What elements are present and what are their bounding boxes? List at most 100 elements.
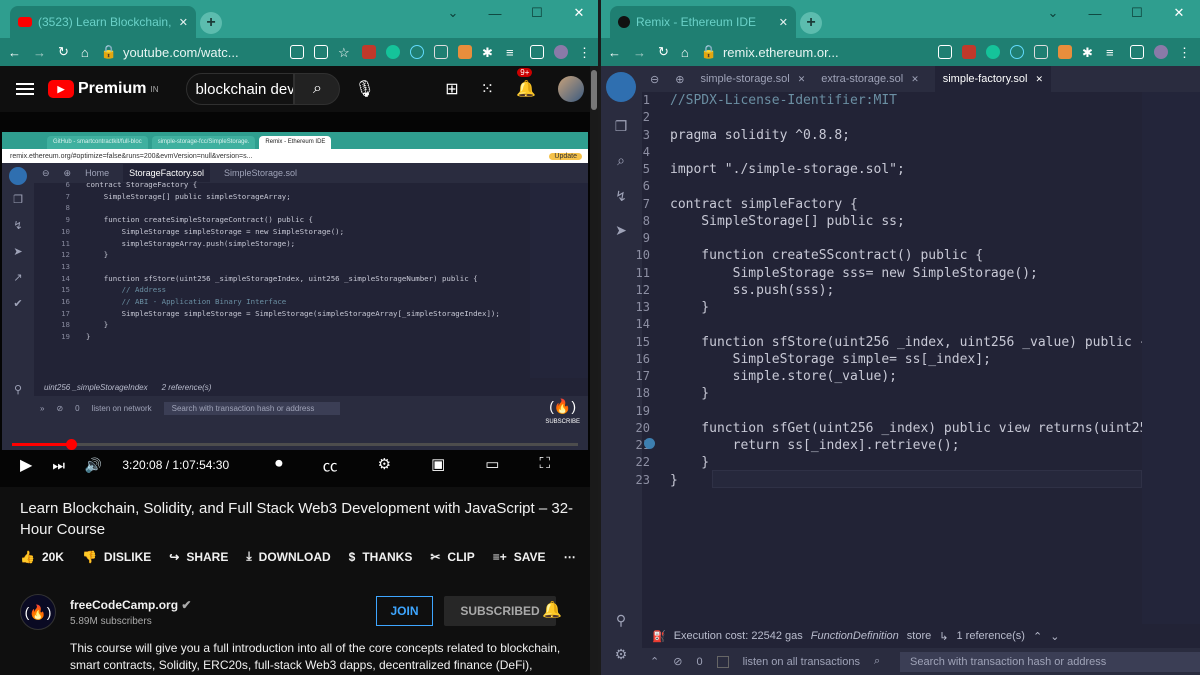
channel-name[interactable]: freeCodeCamp.org bbox=[70, 598, 178, 612]
download-button[interactable]: ⤓ DOWNLOAD bbox=[246, 549, 330, 564]
file-tab[interactable]: extra-storage.sol ✕ bbox=[821, 73, 918, 85]
reload-icon[interactable]: ↻ bbox=[658, 44, 669, 60]
play-icon[interactable]: ▶ bbox=[20, 455, 32, 475]
like-button[interactable]: 👍 20K bbox=[20, 550, 64, 564]
page-scrollbar[interactable] bbox=[590, 66, 598, 675]
listen-checkbox[interactable] bbox=[716, 655, 729, 668]
notifications-icon[interactable]: 🔔 9+ bbox=[516, 68, 536, 99]
save-button[interactable]: ≡+ SAVE bbox=[493, 550, 546, 564]
hamburger-menu-icon[interactable] bbox=[16, 83, 34, 95]
close-tab-icon[interactable]: ✕ bbox=[911, 74, 919, 84]
user-avatar[interactable] bbox=[558, 76, 584, 102]
close-tab-icon[interactable]: ✕ bbox=[779, 16, 788, 29]
puzzle-icon[interactable]: ✱ bbox=[482, 45, 496, 60]
maximize-icon[interactable]: ☐ bbox=[1116, 0, 1158, 26]
home-icon[interactable]: ⌂ bbox=[681, 45, 689, 60]
autoplay-toggle[interactable]: ⏺ bbox=[275, 455, 283, 476]
miniplayer-icon[interactable]: ▣ bbox=[431, 455, 445, 476]
zoom-in-icon[interactable]: ⊕ bbox=[675, 73, 684, 86]
home-icon[interactable]: ⌂ bbox=[81, 45, 89, 60]
share-icon[interactable] bbox=[314, 45, 328, 59]
minimize-icon[interactable]: — bbox=[474, 0, 516, 26]
puzzle-icon[interactable]: ✱ bbox=[1082, 45, 1096, 60]
bell-icon[interactable]: 🔔 bbox=[542, 600, 562, 620]
reload-icon[interactable]: ↻ bbox=[58, 44, 69, 60]
volume-icon[interactable]: 🔊 bbox=[85, 457, 102, 474]
forward-icon[interactable]: → bbox=[633, 45, 646, 60]
menu-icon[interactable]: ⋮ bbox=[578, 45, 592, 60]
search-input[interactable]: blockchain dev bbox=[186, 73, 295, 105]
camera-icon[interactable] bbox=[938, 45, 952, 59]
fullscreen-icon[interactable]: ⛶ bbox=[539, 455, 550, 476]
profile-avatar[interactable] bbox=[1154, 45, 1168, 59]
close-tab-icon[interactable]: ✕ bbox=[1036, 74, 1044, 84]
media-icon[interactable]: ≡ bbox=[1106, 45, 1120, 60]
scroll-thumb[interactable] bbox=[591, 70, 597, 110]
new-tab-button[interactable]: + bbox=[800, 12, 822, 34]
progress-handle[interactable] bbox=[65, 439, 77, 450]
collapse-terminal-icon[interactable]: ⌃ bbox=[650, 655, 659, 668]
collapse-icon[interactable]: ⌄ bbox=[432, 0, 474, 26]
settings-icon[interactable]: ⚙ bbox=[611, 644, 631, 664]
captions-icon[interactable]: ㏄ bbox=[323, 455, 338, 476]
metamask-icon[interactable] bbox=[458, 45, 472, 59]
new-tab-button[interactable]: + bbox=[200, 12, 222, 34]
apps-grid-icon[interactable]: ⁙ bbox=[481, 79, 494, 99]
metamask-icon[interactable] bbox=[1058, 45, 1072, 59]
address-bar[interactable]: 🔒 remix.ethereum.or... bbox=[701, 44, 839, 60]
minimap[interactable] bbox=[1142, 92, 1200, 624]
tab-remix[interactable]: Remix - Ethereum IDE ✕ bbox=[610, 6, 796, 38]
star-icon[interactable]: ☆ bbox=[338, 45, 352, 60]
transaction-search-input[interactable]: Search with transaction hash or address bbox=[900, 651, 1200, 672]
media-icon[interactable]: ≡ bbox=[506, 45, 520, 60]
code-editor[interactable]: 1//SPDX-License-Identifier:MIT 2 3 pragma s… bbox=[600, 92, 1164, 624]
back-icon[interactable]: ← bbox=[8, 45, 21, 60]
theater-icon[interactable]: ▭ bbox=[485, 455, 499, 476]
youtube-logo[interactable]: ▶ Premium IN bbox=[48, 80, 158, 98]
maximize-icon[interactable]: ☐ bbox=[516, 0, 558, 26]
menu-icon[interactable]: ⋮ bbox=[1178, 45, 1192, 60]
more-actions-icon[interactable]: ⋯ bbox=[564, 550, 576, 564]
ublock-icon[interactable] bbox=[962, 45, 976, 59]
search-button[interactable]: ⌕ bbox=[294, 73, 341, 105]
profile-avatar[interactable] bbox=[554, 45, 568, 59]
video-player[interactable]: GitHub - smartcontractkit/full-bloc simp… bbox=[0, 112, 590, 487]
join-button[interactable]: JOIN bbox=[376, 596, 433, 626]
chevron-down-icon[interactable]: ⌄ bbox=[1050, 630, 1059, 643]
video-progress-bar[interactable] bbox=[12, 439, 578, 450]
back-icon[interactable]: ← bbox=[608, 45, 621, 60]
mic-icon[interactable]: 🎙 bbox=[354, 79, 374, 99]
zoom-out-icon[interactable]: ⊖ bbox=[650, 73, 659, 86]
install-icon[interactable] bbox=[290, 45, 304, 59]
react-icon[interactable] bbox=[410, 45, 424, 59]
tab-youtube[interactable]: (3523) Learn Blockchain, Solidity, Fu ✕ bbox=[10, 6, 196, 38]
clear-terminal-icon[interactable]: ⊘ bbox=[673, 655, 682, 668]
thanks-button[interactable]: $ THANKS bbox=[349, 550, 413, 564]
settings-icon[interactable]: ⚙ bbox=[378, 455, 391, 476]
extension-box-icon[interactable] bbox=[1034, 45, 1048, 59]
breakpoint-marker[interactable] bbox=[644, 438, 655, 449]
close-window-icon[interactable]: ✕ bbox=[1158, 0, 1200, 26]
sidepanel-icon[interactable] bbox=[530, 45, 544, 59]
create-video-icon[interactable]: ⊞ bbox=[445, 79, 458, 99]
collapse-icon[interactable]: ⌄ bbox=[1032, 0, 1074, 26]
dislike-button[interactable]: 👎 DISLIKE bbox=[82, 550, 151, 564]
react-icon[interactable] bbox=[1010, 45, 1024, 59]
minimize-icon[interactable]: — bbox=[1074, 0, 1116, 26]
sidepanel-icon[interactable] bbox=[1130, 45, 1144, 59]
file-tab-active[interactable]: simple-factory.sol ✕ bbox=[934, 66, 1052, 92]
share-button[interactable]: ↪ SHARE bbox=[169, 550, 228, 564]
extension-box-icon[interactable] bbox=[434, 45, 448, 59]
file-tab[interactable]: simple-storage.sol ✕ bbox=[700, 73, 805, 85]
chevron-up-icon[interactable]: ⌃ bbox=[1033, 630, 1042, 643]
grammarly-icon[interactable] bbox=[986, 45, 1000, 59]
forward-icon[interactable]: → bbox=[33, 45, 46, 60]
subscribed-button[interactable]: SUBSCRIBED bbox=[444, 596, 556, 626]
close-window-icon[interactable]: ✕ bbox=[558, 0, 600, 26]
next-icon[interactable]: ⏭ bbox=[52, 457, 65, 474]
clip-button[interactable]: ✂ CLIP bbox=[430, 550, 474, 564]
close-tab-icon[interactable]: ✕ bbox=[798, 74, 806, 84]
channel-avatar[interactable]: (🔥) bbox=[20, 594, 56, 630]
ublock-icon[interactable] bbox=[362, 45, 376, 59]
address-bar[interactable]: 🔒 youtube.com/watc... bbox=[101, 44, 239, 60]
